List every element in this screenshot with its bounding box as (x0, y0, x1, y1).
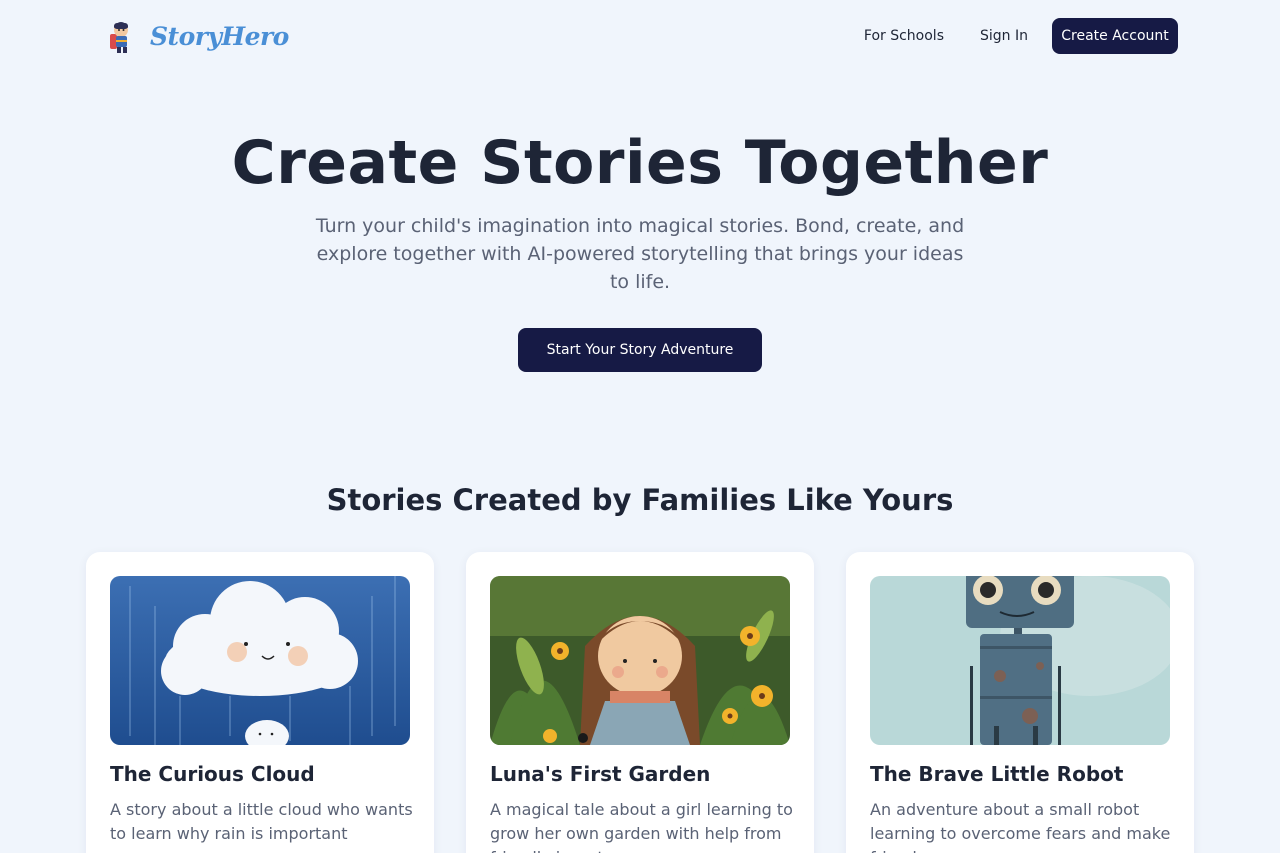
site-header: StoryHero For Schools Sign In Create Acc… (0, 0, 1280, 72)
story-image-robot (870, 576, 1170, 745)
story-description: A story about a little cloud who wants t… (110, 800, 413, 843)
story-card[interactable]: Luna's First Garden A magical tale about… (466, 552, 814, 853)
story-description: An adventure about a small robot learnin… (870, 800, 1171, 853)
robot-illustration (870, 576, 1170, 745)
cloud-illustration (110, 576, 410, 745)
garden-illustration (490, 576, 790, 745)
story-card[interactable]: The Curious Cloud A story about a little… (86, 552, 434, 853)
story-card[interactable]: The Brave Little Robot An adventure abou… (846, 552, 1194, 853)
story-image-garden (490, 576, 790, 745)
brand-name: StoryHero (150, 21, 289, 51)
main-nav: For Schools Sign In Create Account (864, 18, 1178, 54)
nav-for-schools[interactable]: For Schools (864, 18, 944, 54)
start-story-button[interactable]: Start Your Story Adventure (518, 328, 762, 372)
story-description: A magical tale about a girl learning to … (490, 800, 793, 853)
hero-character-icon (110, 22, 128, 53)
stories-section-title: Stories Created by Families Like Yours (326, 483, 954, 517)
hero-subtitle: Turn your child's imagination into magic… (315, 215, 965, 293)
story-title: Luna's First Garden (490, 762, 711, 786)
hero-title: Create Stories Together (231, 128, 1049, 198)
story-title: The Brave Little Robot (870, 762, 1124, 786)
create-account-button[interactable]: Create Account (1052, 18, 1178, 54)
story-title: The Curious Cloud (110, 762, 315, 786)
story-image-cloud (110, 576, 410, 745)
nav-sign-in[interactable]: Sign In (980, 18, 1028, 54)
brand-logo[interactable]: StoryHero (106, 17, 289, 55)
